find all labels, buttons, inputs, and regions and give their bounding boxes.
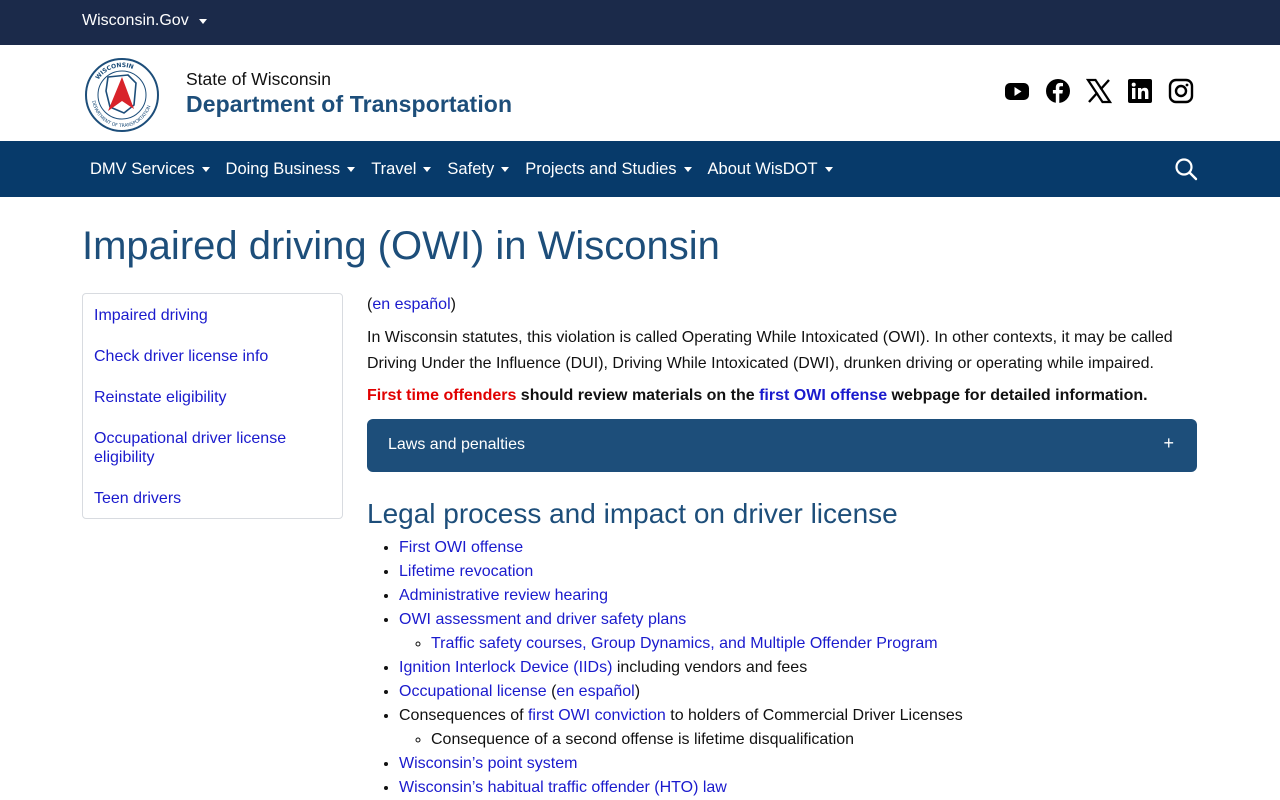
sidebar-item-occupational-license-eligibility[interactable]: Occupational driver license eligibility: [94, 429, 331, 467]
list-item: Administrative review hearing: [399, 584, 1197, 608]
sidebar-item-teen-drivers[interactable]: Teen drivers: [94, 489, 331, 508]
first-owi-offense-link[interactable]: first OWI offense: [759, 387, 887, 404]
lifetime-revocation-link[interactable]: Lifetime revocation: [399, 563, 533, 580]
nav-item-label: Projects and Studies: [525, 159, 677, 178]
sub-list: Traffic safety courses, Group Dynamics, …: [399, 632, 1197, 656]
spanish-language-link[interactable]: en español: [372, 296, 450, 313]
sidebar-item-impaired-driving[interactable]: Impaired driving: [94, 306, 331, 325]
chevron-down-icon: [198, 18, 207, 24]
nav-item-label: Travel: [371, 159, 417, 178]
list-item-text: including vendors and fees: [612, 659, 808, 676]
first-owi-offense-list-link[interactable]: First OWI offense: [399, 539, 523, 556]
list-item-text: (: [546, 683, 557, 700]
chevron-down-icon: [201, 166, 210, 172]
social-links: [1004, 78, 1194, 104]
chevron-down-icon: [824, 166, 833, 172]
ignition-interlock-link[interactable]: Ignition Interlock Device (IIDs): [399, 659, 612, 676]
language-line: (en español): [367, 296, 456, 313]
list-item: First OWI offense: [399, 536, 1197, 560]
list-item: OWI assessment and driver safety plans T…: [399, 608, 1197, 656]
notice-text: should review materials on the: [516, 387, 760, 404]
list-item: Wisconsin’s point system: [399, 752, 1197, 776]
chevron-down-icon: [347, 166, 356, 172]
nav-item-projects-and-studies[interactable]: Projects and Studies: [517, 141, 699, 197]
brand-department: Department of Transportation: [186, 91, 513, 117]
main-navigation: DMV Services Doing Business Travel Safet…: [0, 141, 1280, 197]
site-header: WISCONSIN DEPARTMENT OF TRANSPORTATION S…: [0, 45, 1280, 141]
top-bar: Wisconsin.Gov: [0, 0, 1280, 45]
nav-item-travel[interactable]: Travel: [363, 141, 439, 197]
list-item: Traffic safety courses, Group Dynamics, …: [431, 632, 1197, 656]
nav-item-doing-business[interactable]: Doing Business: [218, 141, 364, 197]
brand[interactable]: State of Wisconsin Department of Transpo…: [186, 69, 512, 119]
chevron-down-icon: [423, 166, 432, 172]
x-icon[interactable]: [1086, 78, 1112, 104]
nav-menu: DMV Services Doing Business Travel Safet…: [82, 141, 841, 197]
wisconsin-gov-menu[interactable]: Wisconsin.Gov: [82, 12, 207, 30]
nav-item-label: DMV Services: [90, 159, 195, 178]
list-item-text: Consequences of: [399, 707, 528, 724]
side-navigation: Impaired driving Check driver license in…: [82, 293, 343, 519]
section-title: Legal process and impact on driver licen…: [367, 498, 898, 529]
list-item: Lifetime revocation: [399, 560, 1197, 584]
list-item: Consequences of first OWI conviction to …: [399, 704, 1197, 752]
chevron-down-icon: [501, 166, 510, 172]
wisdot-logo[interactable]: WISCONSIN DEPARTMENT OF TRANSPORTATION: [84, 57, 160, 133]
administrative-review-hearing-link[interactable]: Administrative review hearing: [399, 587, 608, 604]
brand-state: State of Wisconsin: [186, 69, 331, 89]
chevron-down-icon: [683, 166, 692, 172]
list-item-text: ): [634, 683, 641, 700]
wisconsin-gov-label: Wisconsin.Gov: [82, 12, 189, 29]
search-icon[interactable]: [1174, 157, 1198, 181]
nav-item-dmv-services[interactable]: DMV Services: [82, 141, 218, 197]
list-item: Wisconsin’s habitual traffic offender (H…: [399, 776, 1197, 800]
list-item: Ignition Interlock Device (IIDs) includi…: [399, 656, 1197, 680]
legal-process-list: First OWI offense Lifetime revocation Ad…: [367, 536, 1197, 800]
nav-item-label: Safety: [447, 159, 495, 178]
page-title: Impaired driving (OWI) in Wisconsin: [82, 224, 720, 268]
notice-text: webpage for detailed information.: [887, 387, 1148, 404]
youtube-icon[interactable]: [1004, 78, 1030, 104]
list-item-text: to holders of Commercial Driver Licenses: [665, 707, 963, 724]
facebook-icon[interactable]: [1045, 78, 1071, 104]
hto-law-link[interactable]: Wisconsin’s habitual traffic offender (H…: [399, 779, 727, 796]
accordion-label: Laws and penalties: [388, 436, 525, 453]
nav-item-label: About WisDOT: [707, 159, 818, 178]
instagram-icon[interactable]: [1168, 78, 1194, 104]
occupational-license-spanish-link[interactable]: en español: [556, 683, 634, 700]
plus-icon: +: [1163, 433, 1174, 453]
traffic-safety-courses-link[interactable]: Traffic safety courses, Group Dynamics, …: [431, 635, 938, 652]
nav-item-safety[interactable]: Safety: [439, 141, 517, 197]
list-item: Consequence of a second offense is lifet…: [431, 728, 1197, 752]
first-offender-notice: First time offenders should review mater…: [367, 386, 1197, 406]
sub-list: Consequence of a second offense is lifet…: [399, 728, 1197, 752]
main-content: (en español) In Wisconsin statutes, this…: [367, 295, 1197, 800]
intro-paragraph: In Wisconsin statutes, this violation is…: [367, 329, 1173, 372]
nav-item-about-wisdot[interactable]: About WisDOT: [700, 141, 841, 197]
sidebar-item-reinstate-eligibility[interactable]: Reinstate eligibility: [94, 388, 331, 407]
owi-assessment-link[interactable]: OWI assessment and driver safety plans: [399, 611, 686, 628]
list-item: Occupational license (en español): [399, 680, 1197, 704]
point-system-link[interactable]: Wisconsin’s point system: [399, 755, 577, 772]
nav-item-label: Doing Business: [225, 159, 341, 178]
occupational-license-link[interactable]: Occupational license: [399, 683, 547, 700]
sidebar-item-check-driver-license-info[interactable]: Check driver license info: [94, 347, 331, 366]
first-owi-conviction-link[interactable]: first OWI conviction: [528, 707, 666, 724]
linkedin-icon[interactable]: [1127, 78, 1153, 104]
laws-and-penalties-accordion[interactable]: Laws and penalties +: [367, 419, 1197, 472]
notice-highlight: First time offenders: [367, 387, 517, 404]
